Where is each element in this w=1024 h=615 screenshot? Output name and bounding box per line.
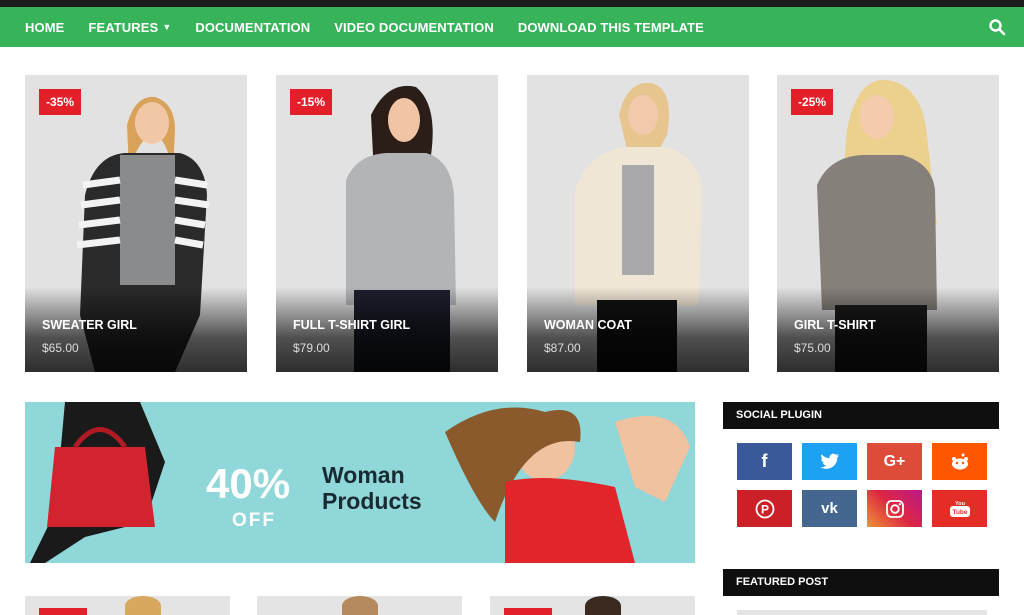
main-nav: HOME FEATURES ▼ DOCUMENTATION VIDEO DOCUM… <box>0 7 1024 47</box>
banner-title: Woman Products <box>322 462 422 514</box>
chevron-down-icon: ▼ <box>162 22 172 32</box>
product-card[interactable]: -15% FULL T-SHIRT GIRL $79.00 <box>276 75 498 372</box>
svg-text:Tube: Tube <box>952 509 967 516</box>
search-icon[interactable] <box>988 18 1006 36</box>
instagram-icon[interactable] <box>867 490 922 527</box>
youtube-icon[interactable]: You Tube <box>932 490 987 527</box>
discount-badge <box>39 608 87 615</box>
product-card[interactable]: WOMAN COAT $87.00 <box>527 75 749 372</box>
promo-banner[interactable]: 40% OFF Woman Products <box>25 402 695 563</box>
nav-documentation[interactable]: DOCUMENTATION <box>195 20 310 35</box>
reddit-icon[interactable] <box>932 443 987 480</box>
nav-home[interactable]: HOME <box>25 20 64 35</box>
pinterest-icon[interactable]: P <box>737 490 792 527</box>
product-card[interactable] <box>490 596 695 615</box>
top-strip <box>0 0 1024 7</box>
product-title[interactable]: SWEATER GIRL <box>42 318 137 332</box>
vk-icon[interactable]: vk <box>802 490 857 527</box>
social-buttons: f G+ P vk You Tube <box>737 443 987 527</box>
product-price: $79.00 <box>293 341 330 355</box>
product-card[interactable]: -35% SWEATER GIRL $65.00 <box>25 75 247 372</box>
product-title[interactable]: GIRL T-SHIRT <box>794 318 876 332</box>
featured-post-thumbnail[interactable] <box>737 610 987 615</box>
discount-badge: -25% <box>791 89 834 115</box>
banner-percent: 40% <box>206 460 291 507</box>
banner-off-label: OFF <box>232 510 276 531</box>
featured-post-heading: FEATURED POST <box>723 569 999 596</box>
product-price: $75.00 <box>794 341 831 355</box>
nav-video-documentation[interactable]: VIDEO DOCUMENTATION <box>334 20 494 35</box>
facebook-icon[interactable]: f <box>737 443 792 480</box>
product-title[interactable]: FULL T-SHIRT GIRL <box>293 318 410 332</box>
product-card[interactable] <box>257 596 462 615</box>
product-price: $87.00 <box>544 341 581 355</box>
product-price: $65.00 <box>42 341 79 355</box>
twitter-icon[interactable] <box>802 443 857 480</box>
svg-text:You: You <box>955 501 965 507</box>
product-title[interactable]: WOMAN COAT <box>544 318 632 332</box>
google-plus-icon[interactable]: G+ <box>867 443 922 480</box>
nav-download-template[interactable]: DOWNLOAD THIS TEMPLATE <box>518 20 704 35</box>
discount-badge: -15% <box>290 89 333 115</box>
product-card[interactable] <box>25 596 230 615</box>
discount-badge <box>504 608 552 615</box>
svg-text:P: P <box>760 502 768 516</box>
discount-badge: -35% <box>39 89 82 115</box>
product-card[interactable]: -25% GIRL T-SHIRT $75.00 <box>777 75 999 372</box>
social-plugin-heading: SOCIAL PLUGIN <box>723 402 999 429</box>
nav-features[interactable]: FEATURES ▼ <box>88 20 171 35</box>
